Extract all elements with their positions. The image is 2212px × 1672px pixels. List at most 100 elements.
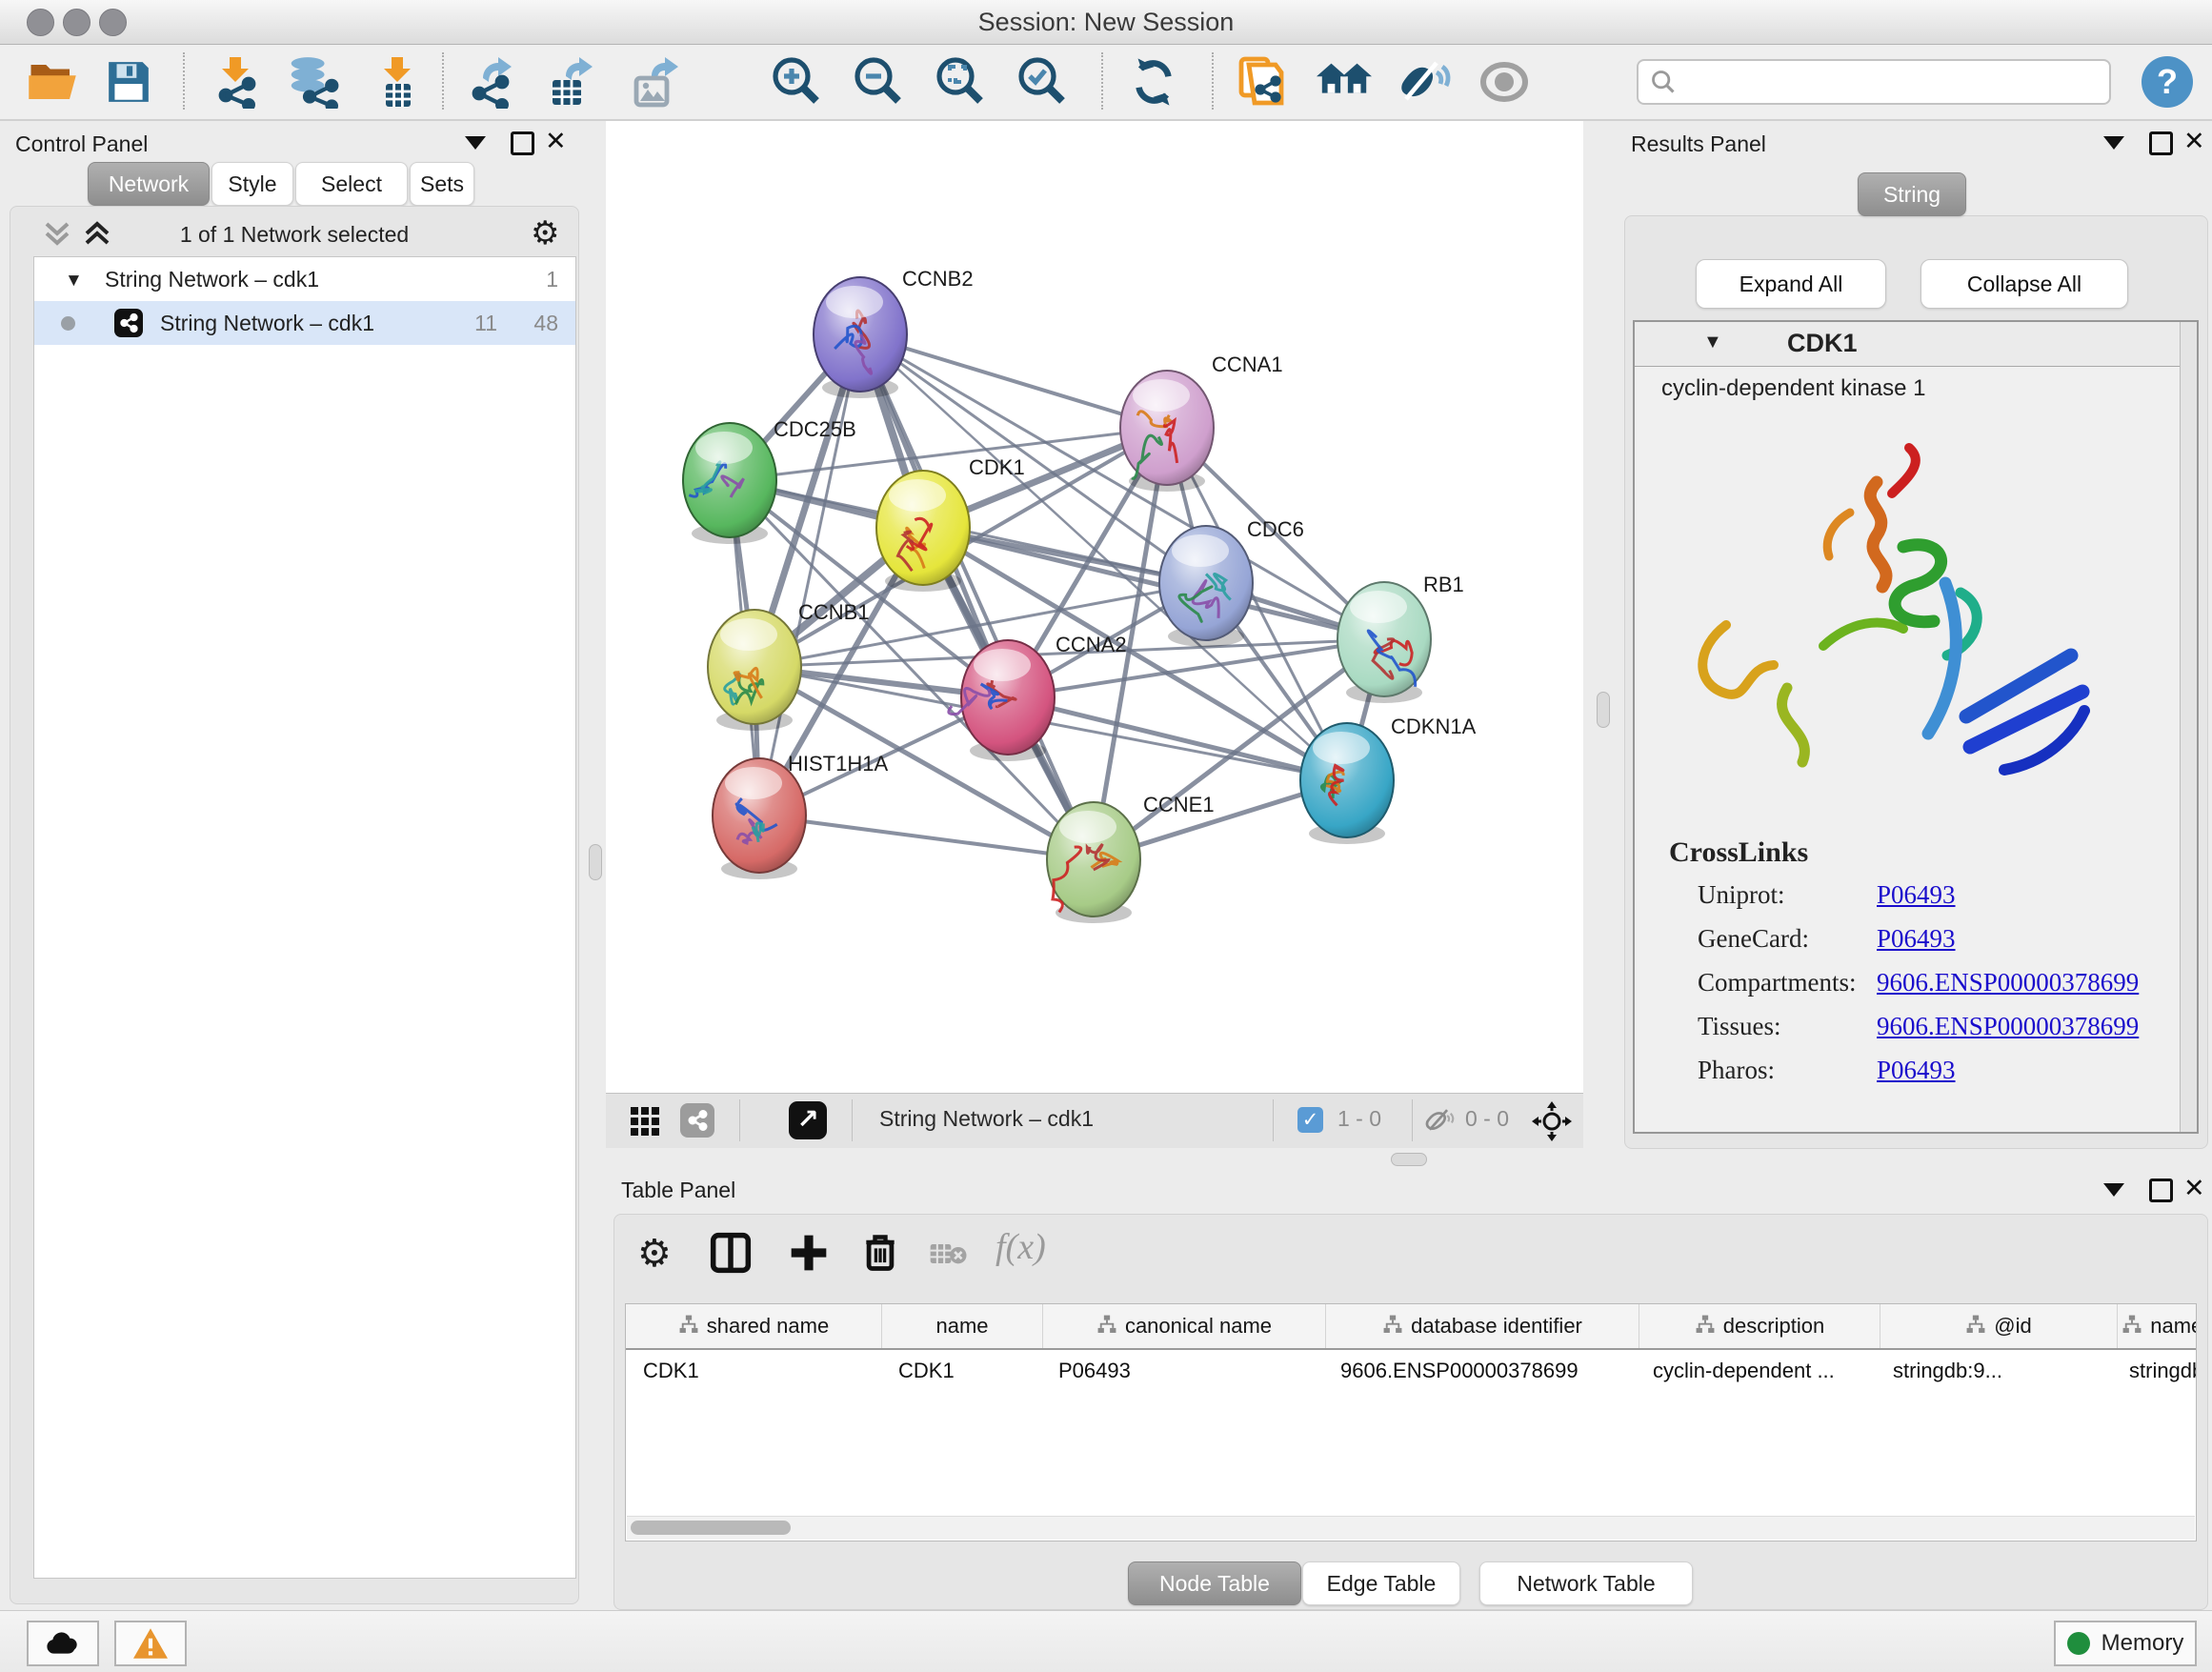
control-panel-maximize-icon[interactable] [511, 131, 534, 155]
grid-view-icon[interactable] [631, 1107, 659, 1136]
network-node-ccnb2[interactable]: CCNB2 [814, 267, 974, 398]
table-cell[interactable]: P06493 [1041, 1350, 1323, 1392]
table-row[interactable]: CDK1CDK1P064939606.ENSP00000378699cyclin… [626, 1350, 2196, 1392]
crosslink-tissues-link[interactable]: 9606.ENSP00000378699 [1877, 1012, 2139, 1041]
cloud-button[interactable] [27, 1621, 99, 1666]
tab-network[interactable]: Network [88, 162, 210, 206]
scrollbar-thumb[interactable] [631, 1521, 791, 1535]
collection-caret-icon[interactable]: ▼ [65, 259, 83, 303]
table-panel-close-icon[interactable]: ✕ [2183, 1178, 2205, 1198]
selected-checkbox-icon[interactable]: ✓ [1297, 1107, 1323, 1133]
tab-style[interactable]: Style [211, 162, 293, 206]
tab-select[interactable]: Select [295, 162, 408, 206]
table-cell[interactable]: cyclin-dependent ... [1636, 1350, 1876, 1392]
right-splitter-handle[interactable] [1597, 692, 1610, 728]
help-icon[interactable]: ? [2142, 56, 2193, 108]
import-network-file-icon[interactable] [208, 54, 263, 110]
zoom-in-icon[interactable] [768, 54, 823, 110]
hidden-eye-slash-icon[interactable] [1425, 1106, 1458, 1139]
network-node-ccna1[interactable]: CCNA1 [1120, 353, 1283, 492]
warning-button[interactable] [114, 1621, 187, 1666]
tab-edge-table[interactable]: Edge Table [1302, 1561, 1460, 1605]
delete-table-icon[interactable] [929, 1239, 967, 1273]
results-panel-float-icon[interactable] [2103, 136, 2124, 150]
crosslink-pharos-link[interactable]: P06493 [1877, 1056, 1956, 1085]
refresh-view-icon[interactable] [1126, 54, 1181, 110]
table-cell[interactable]: CDK1 [626, 1350, 881, 1392]
tab-node-table[interactable]: Node Table [1128, 1561, 1301, 1605]
tab-sets[interactable]: Sets [410, 162, 474, 206]
column-header-description[interactable]: description [1639, 1304, 1880, 1348]
gene-collapse-caret-icon[interactable]: ▼ [1703, 332, 1722, 353]
export-image-icon[interactable] [629, 54, 684, 110]
tab-string-results[interactable]: String [1858, 172, 1966, 216]
show-all-icon[interactable] [1478, 54, 1534, 110]
results-scrollbar[interactable] [2180, 322, 2197, 1132]
table-cell[interactable]: stringdb:9... [1876, 1350, 2112, 1392]
network-node-cdkn1a[interactable]: CDKN1A [1300, 715, 1477, 844]
network-edge[interactable] [860, 334, 1094, 859]
network-node-ccne1[interactable]: CCNE1 [1047, 793, 1215, 923]
network-node-cdc6[interactable]: CDC6 [1159, 517, 1304, 647]
table-panel-float-icon[interactable] [2103, 1183, 2124, 1197]
left-splitter-handle[interactable] [589, 844, 602, 880]
collapse-all-button[interactable]: Collapse All [1920, 259, 2128, 309]
column-header--id[interactable]: @id [1880, 1304, 2118, 1348]
results-panel-maximize-icon[interactable] [2149, 131, 2173, 155]
export-network-icon[interactable] [465, 54, 520, 110]
string-network-graph[interactable]: CCNB2CCNA1CDC25BCDK1CDC6RB1CCNB1CCNA2CDK… [606, 121, 1583, 1093]
network-canvas[interactable]: CCNB2CCNA1CDC25BCDK1CDC6RB1CCNB1CCNA2CDK… [606, 121, 1583, 1093]
network-edge[interactable] [759, 816, 1094, 859]
network-row[interactable]: String Network – cdk1 11 48 [34, 301, 575, 345]
open-file-icon[interactable] [25, 54, 80, 110]
control-panel-close-icon[interactable]: ✕ [545, 131, 567, 151]
table-cell[interactable]: 9606.ENSP00000378699 [1323, 1350, 1636, 1392]
function-builder-icon[interactable]: f(x) [995, 1226, 1046, 1268]
crosslink-genecard-link[interactable]: P06493 [1877, 924, 1956, 954]
table-panel-maximize-icon[interactable] [2149, 1178, 2173, 1202]
import-network-database-icon[interactable] [284, 54, 339, 110]
column-header-namespac[interactable]: namespac [2118, 1304, 2197, 1348]
fit-content-icon[interactable] [932, 54, 987, 110]
pan-crosshair-icon[interactable] [1532, 1101, 1572, 1146]
network-node-ccna2[interactable]: CCNA2 [949, 633, 1127, 761]
save-session-icon[interactable] [101, 54, 156, 110]
delete-column-icon[interactable] [860, 1232, 900, 1279]
search-input[interactable] [1637, 59, 2111, 105]
zoom-selected-icon[interactable] [1014, 54, 1069, 110]
hide-selected-icon[interactable] [1398, 54, 1454, 110]
table-cell[interactable]: stringdb [2112, 1350, 2197, 1392]
column-header-shared-name[interactable]: shared name [626, 1304, 882, 1348]
crosslink-uniprot-link[interactable]: P06493 [1877, 880, 1956, 910]
gene-section-header[interactable]: ▼ CDK1 [1635, 322, 2197, 367]
network-options-gear-icon[interactable]: ⚙ [531, 214, 559, 252]
column-header-canonical-name[interactable]: canonical name [1043, 1304, 1326, 1348]
import-table-file-icon[interactable] [370, 54, 425, 110]
first-neighbors-icon[interactable] [1317, 54, 1372, 110]
copy-string-network-icon[interactable] [1237, 54, 1292, 110]
crosslink-label: Tissues: [1698, 1012, 1781, 1041]
memory-button[interactable]: Memory [2054, 1621, 2197, 1666]
crosslink-compartments-link[interactable]: 9606.ENSP00000378699 [1877, 968, 2139, 997]
expand-all-button[interactable]: Expand All [1696, 259, 1886, 309]
network-edge[interactable] [759, 334, 860, 816]
string-view-icon[interactable] [680, 1103, 714, 1138]
network-node-hist1h1a[interactable]: HIST1H1A [713, 752, 888, 879]
table-horizontal-scrollbar[interactable] [627, 1516, 2195, 1540]
zoom-out-icon[interactable] [850, 54, 905, 110]
bottom-splitter-handle[interactable] [1391, 1153, 1427, 1166]
birds-eye-view-icon[interactable]: ↗ [789, 1101, 827, 1139]
network-node-rb1[interactable]: RB1 [1337, 573, 1464, 703]
export-table-icon[interactable] [545, 54, 600, 110]
create-column-icon[interactable] [788, 1232, 830, 1279]
column-header-database-identifier[interactable]: database identifier [1326, 1304, 1639, 1348]
show-columns-icon[interactable] [710, 1232, 752, 1279]
column-header-name[interactable]: name [882, 1304, 1043, 1348]
memory-status-dot [2067, 1632, 2090, 1655]
control-panel-float-icon[interactable] [465, 136, 486, 150]
tab-network-table[interactable]: Network Table [1479, 1561, 1693, 1605]
table-options-gear-icon[interactable]: ⚙ [637, 1232, 672, 1276]
results-panel-close-icon[interactable]: ✕ [2183, 131, 2205, 151]
table-cell[interactable]: CDK1 [881, 1350, 1041, 1392]
network-collection-row[interactable]: ▼ String Network – cdk1 1 [34, 257, 575, 301]
